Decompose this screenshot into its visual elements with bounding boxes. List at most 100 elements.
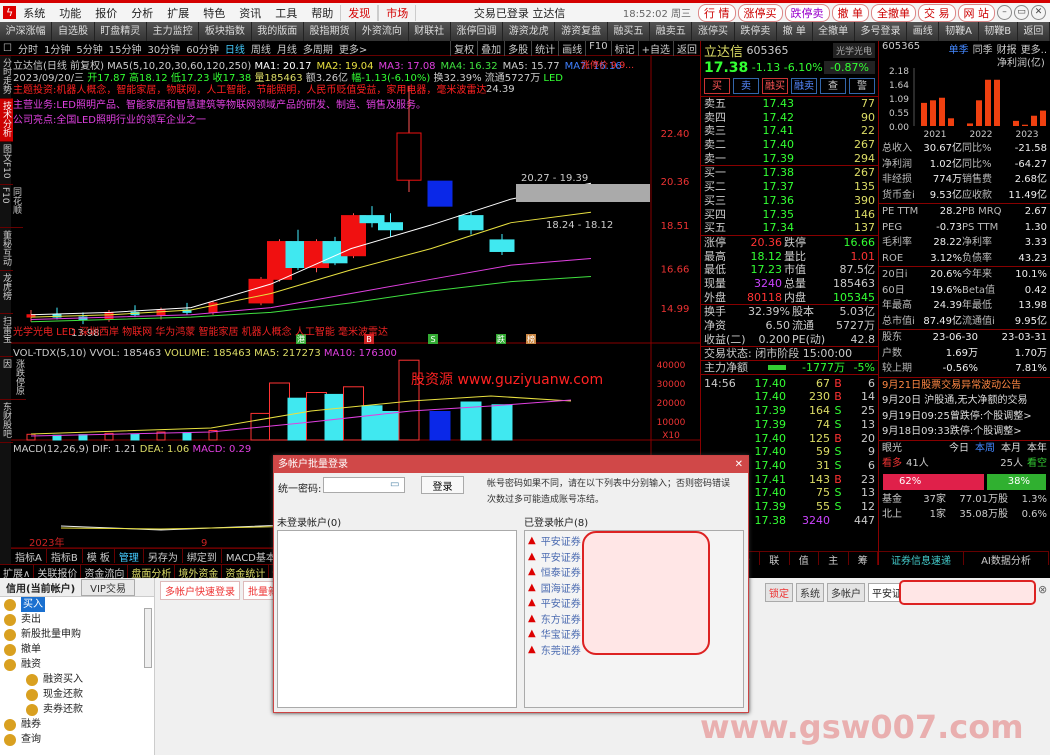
trade-shortcut-button[interactable]: 全撤单: [871, 3, 916, 22]
chart-tool-button[interactable]: +自选: [637, 40, 673, 56]
bottom-toolbar-button[interactable]: 多帐户: [827, 583, 865, 602]
sector-button[interactable]: 光学光电: [832, 42, 875, 58]
tree-item[interactable]: 现金还款: [0, 687, 154, 702]
news-item[interactable]: 9月18日09:33跌停:个股调整>: [879, 424, 1050, 440]
function-tab[interactable]: 资金流向: [81, 565, 129, 580]
keyboard-icon[interactable]: ▭: [390, 479, 399, 490]
function-tab[interactable]: 盘面分析: [128, 565, 176, 580]
toolbar-button[interactable]: 跌停卖: [734, 22, 777, 41]
toolbar-button[interactable]: 我的版面: [251, 22, 304, 41]
toolbar-button[interactable]: 融买五: [607, 22, 651, 41]
news-item[interactable]: 9月21日股票交易异常波动公告: [879, 378, 1050, 394]
toolbar-button[interactable]: 涨停回调: [450, 22, 504, 41]
toolbar-button[interactable]: 外资流向: [356, 22, 409, 41]
quote-action-button[interactable]: 融卖: [791, 78, 817, 94]
restore-icon[interactable]: ▭: [1014, 5, 1029, 20]
toolbar-button[interactable]: 画线: [907, 22, 940, 41]
quote-bottom-tab[interactable]: 值: [790, 552, 819, 567]
chart-tool-button[interactable]: 多股: [504, 40, 531, 56]
menu-item[interactable]: 功能: [52, 5, 88, 21]
toolbar-button[interactable]: 股指期货: [303, 22, 357, 41]
bear-pct[interactable]: 38%: [987, 473, 1046, 490]
menu-item[interactable]: 报价: [88, 5, 124, 21]
fin-tab[interactable]: 单季: [949, 41, 969, 56]
eye-period-tab[interactable]: 今日: [949, 441, 969, 457]
toolbar-button[interactable]: 游资复盘: [555, 22, 608, 41]
tree-item[interactable]: 查询: [0, 732, 154, 747]
info-tab[interactable]: 证券信息速递: [879, 552, 964, 567]
bottom-toolbar-button[interactable]: 锁定: [765, 583, 793, 602]
toolbar-button[interactable]: 韧鞭B: [978, 22, 1018, 41]
fin-tab[interactable]: 财报: [997, 41, 1017, 56]
close-icon[interactable]: ✕: [735, 456, 748, 473]
eye-period-tab[interactable]: 本月: [1001, 441, 1021, 457]
toolbar-button[interactable]: 全撤单: [812, 22, 855, 41]
chart-tool-button[interactable]: 返回: [673, 40, 700, 56]
function-tab[interactable]: 资金统计: [222, 565, 270, 580]
toolbar-button[interactable]: 沪深涨幅: [0, 22, 53, 41]
chart-tool-button[interactable]: F10: [585, 40, 610, 56]
toolbar-button[interactable]: 涨停买: [692, 22, 735, 41]
toolbar-button[interactable]: 返回: [1017, 22, 1050, 41]
news-item[interactable]: 9月20日 沪股通,无大净额的交易: [879, 393, 1050, 409]
chart-tool-button[interactable]: 统计: [531, 40, 558, 56]
period-tab[interactable]: 多周期: [300, 41, 336, 56]
quote-bottom-tab[interactable]: 联: [760, 552, 790, 567]
trade-shortcut-button[interactable]: 行 情: [698, 3, 736, 22]
chart-tool-button[interactable]: 画线: [558, 40, 585, 56]
tree-item[interactable]: 融资买入: [0, 672, 154, 687]
menu-item-highlight[interactable]: 市场: [378, 4, 417, 21]
tree-item[interactable]: 买入: [0, 597, 154, 612]
menu-item[interactable]: 系统: [16, 5, 52, 21]
tree-item[interactable]: 新股批量申购: [0, 627, 154, 642]
quote-action-button[interactable]: 警: [849, 78, 875, 94]
tree-item[interactable]: 卖券还款: [0, 702, 154, 717]
menu-item[interactable]: 扩展: [160, 5, 196, 21]
menu-item[interactable]: 分析: [124, 5, 160, 21]
indicator-tab[interactable]: 模 板: [83, 549, 115, 564]
account-tab[interactable]: 信用(当前帐户): [0, 580, 81, 595]
indicator-tab[interactable]: 另存为: [144, 549, 183, 564]
indicator-tab[interactable]: 指标A: [11, 549, 47, 564]
fin-tab[interactable]: 同季: [973, 41, 993, 56]
unlogged-list[interactable]: [277, 530, 517, 708]
trade-shortcut-button[interactable]: 跌停卖: [784, 3, 830, 22]
function-tab[interactable]: 境外资金: [175, 565, 223, 580]
period-tab[interactable]: 分时: [15, 41, 41, 56]
quote-bottom-tab[interactable]: 主: [819, 552, 849, 567]
period-tab[interactable]: 30分钟: [144, 41, 183, 56]
quote-bottom-tab[interactable]: 筹: [849, 552, 878, 567]
toolbar-button[interactable]: 财联社: [408, 22, 451, 41]
close-icon[interactable]: ⊗: [1038, 583, 1047, 596]
quote-action-button[interactable]: 买: [704, 78, 730, 94]
trade-shortcut-button[interactable]: 撤 单: [831, 3, 869, 22]
toolbar-button[interactable]: 自选股: [52, 22, 95, 41]
eye-period-tab[interactable]: 本年: [1027, 441, 1047, 457]
menu-item-highlight[interactable]: 发现: [340, 4, 379, 21]
chart-tool-button[interactable]: 标记: [610, 40, 638, 56]
menu-item[interactable]: 资讯: [232, 5, 268, 21]
period-tab[interactable]: 日线: [222, 41, 248, 56]
menu-item[interactable]: 帮助: [304, 5, 340, 21]
quote-action-button[interactable]: 查: [820, 78, 846, 94]
period-tab[interactable]: 月线: [274, 41, 300, 56]
bull-pct[interactable]: 62%: [883, 473, 985, 490]
tree-scrollbar[interactable]: [144, 608, 152, 668]
menu-item[interactable]: 特色: [196, 5, 232, 21]
period-tab[interactable]: 更多>: [336, 41, 370, 56]
tree-item[interactable]: 融券: [0, 717, 154, 732]
close-icon[interactable]: ✕: [1031, 5, 1046, 20]
toolbar-button[interactable]: 撤 单: [777, 22, 813, 41]
indicator-tab[interactable]: 绑定到: [183, 549, 222, 564]
chart-tool-button[interactable]: 复权: [450, 40, 477, 56]
info-tab[interactable]: AI数据分析: [964, 552, 1049, 567]
indicator-tab[interactable]: 管理: [115, 549, 144, 564]
function-tab[interactable]: 扩展∧: [0, 565, 35, 580]
vip-trade-button[interactable]: VIP交易: [81, 578, 135, 596]
menu-item[interactable]: 工具: [268, 5, 304, 21]
bottom-toolbar-button[interactable]: 系统: [796, 583, 824, 602]
period-tab[interactable]: 60分钟: [183, 41, 222, 56]
toolbar-button[interactable]: 多号登录: [854, 22, 908, 41]
tree-item[interactable]: 融资: [0, 657, 154, 672]
chart-tool-button[interactable]: 叠加: [477, 40, 504, 56]
